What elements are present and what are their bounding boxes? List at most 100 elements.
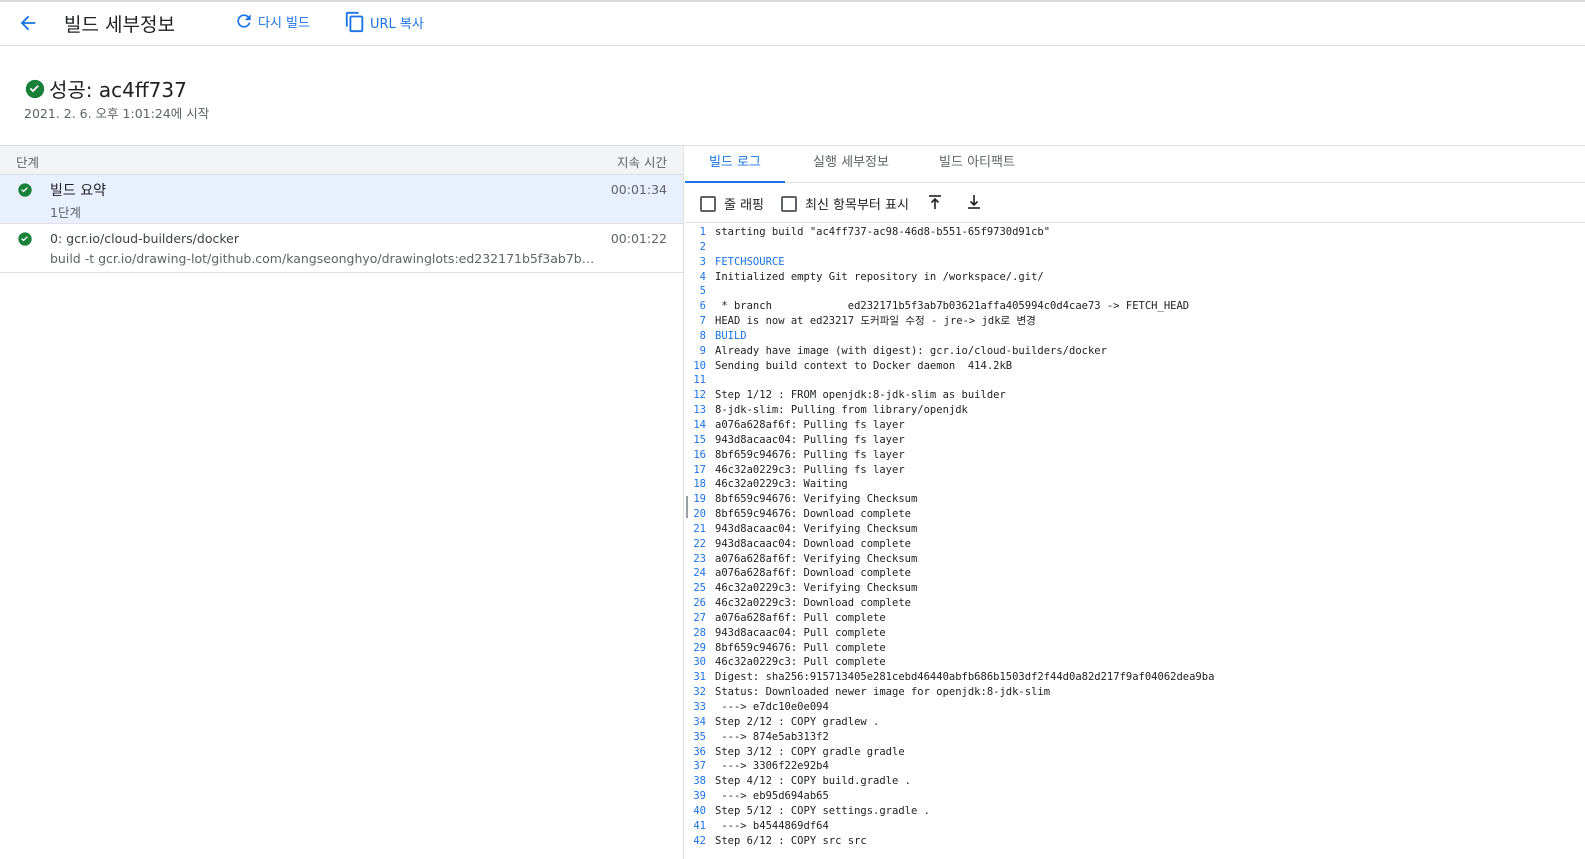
log-line-number[interactable]: 39 (685, 789, 715, 804)
log-line-number[interactable]: 37 (685, 759, 715, 774)
log-line-text: HEAD is now at ed23217 도커파일 수정 - jre-> j… (715, 315, 1036, 328)
log-line-number[interactable]: 18 (685, 477, 715, 492)
log-line: 4 Initialized empty Git repository in /wo… (685, 270, 1585, 285)
steps-panel: 단계 지속 시간 빌드 요약 1단계 00:01:34 0: gcr.io/cl… (0, 146, 684, 859)
log-line: 2 (685, 240, 1585, 255)
log-line-number[interactable]: 13 (685, 403, 715, 418)
wrap-lines-label: 줄 래핑 (724, 198, 765, 213)
log-line-text: 8bf659c94676: Pulling fs layer (715, 448, 905, 461)
log-line-text: Initialized empty Git repository in /wor… (715, 270, 1044, 283)
log-line-text: a076a628af6f: Download complete (715, 567, 911, 580)
back-button[interactable] (14, 9, 42, 37)
wrap-lines-option[interactable]: 줄 래핑 (700, 194, 764, 213)
log-line-text: a076a628af6f: Pull complete (715, 611, 886, 624)
log-line-text: 46c32a0229c3: Download complete (715, 597, 911, 610)
rebuild-button[interactable]: 다시 빌드 (234, 11, 310, 31)
log-line-number[interactable]: 35 (685, 730, 715, 745)
log-line-number[interactable]: 31 (685, 670, 715, 685)
log-line-text: Digest: sha256:915713405e281cebd46440abf… (715, 671, 1215, 684)
step-name: 빌드 요약 (50, 183, 106, 199)
newest-first-checkbox[interactable] (781, 195, 797, 212)
copy-url-button[interactable]: URL 복사 (344, 11, 424, 33)
newest-first-option[interactable]: 최신 항목부터 표시 (781, 194, 909, 213)
log-line-number[interactable]: 26 (685, 596, 715, 611)
log-line-text: ---> eb95d694ab65 (715, 790, 829, 803)
step-sub: 1단계 (50, 205, 81, 220)
log-line-number[interactable]: 41 (685, 819, 715, 834)
page-title: 빌드 세부정보 (64, 14, 175, 36)
log-line-number[interactable]: 2 (685, 240, 715, 255)
log-line-number[interactable]: 20 (685, 507, 715, 522)
log-line-number[interactable]: 16 (685, 448, 715, 463)
check-circle-icon (18, 183, 32, 197)
log-line: 7 HEAD is now at ed23217 도커파일 수정 - jre-> … (685, 314, 1585, 329)
log-line-number[interactable]: 10 (685, 359, 715, 374)
log-line-number[interactable]: 33 (685, 700, 715, 715)
log-line: 9 Already have image (with digest): gcr.i… (685, 344, 1585, 359)
log-line-number[interactable]: 1 (685, 225, 715, 240)
log-line-number[interactable]: 23 (685, 552, 715, 567)
step-0[interactable]: 0: gcr.io/cloud-builders/docker build -t… (0, 224, 683, 273)
log-line-number[interactable]: 4 (685, 270, 715, 285)
scroll-bottom-button[interactable] (964, 192, 984, 212)
log-line-number[interactable]: 8 (685, 329, 715, 344)
log-line: 38 Step 4/12 : COPY build.gradle . (685, 774, 1585, 789)
toolbar: 빌드 세부정보 다시 빌드 URL 복사 (0, 2, 1585, 46)
log-line: 40 Step 5/12 : COPY settings.gradle . (685, 804, 1585, 819)
scroll-top-button[interactable] (925, 192, 945, 212)
step-build-summary[interactable]: 빌드 요약 1단계 00:01:34 (0, 175, 683, 224)
log-line-number[interactable]: 9 (685, 344, 715, 359)
log-line-text: 46c32a0229c3: Pulling fs layer (715, 463, 905, 476)
log-line-number[interactable]: 27 (685, 611, 715, 626)
check-circle-icon (25, 79, 45, 98)
log-line-number[interactable]: 3 (685, 255, 715, 270)
log-line: 27 a076a628af6f: Pull complete (685, 611, 1585, 626)
log-line-number[interactable]: 30 (685, 655, 715, 670)
log-line-number[interactable]: 22 (685, 537, 715, 552)
log-line-number[interactable]: 29 (685, 641, 715, 656)
log-line-number[interactable]: 40 (685, 804, 715, 819)
wrap-lines-checkbox[interactable] (700, 195, 716, 212)
log-line-number[interactable]: 15 (685, 433, 715, 448)
step-duration: 00:01:34 (610, 182, 667, 197)
log-line-number[interactable]: 38 (685, 774, 715, 789)
newest-first-label: 최신 항목부터 표시 (805, 198, 909, 213)
log-line-number[interactable]: 34 (685, 715, 715, 730)
tab-bar: 빌드 로그 실행 세부정보 빌드 아티팩트 (685, 146, 1585, 183)
log-line: 11 (685, 373, 1585, 388)
log-line: 20 8bf659c94676: Download complete (685, 507, 1585, 522)
tab-build-artifacts[interactable]: 빌드 아티팩트 (929, 146, 1025, 183)
log-line-number[interactable]: 11 (685, 373, 715, 388)
log-line-text: Status: Downloaded newer image for openj… (715, 686, 1051, 699)
log-line-number[interactable]: 19 (685, 492, 715, 507)
log-line-number[interactable]: 36 (685, 745, 715, 760)
log-line: 24 a076a628af6f: Download complete (685, 566, 1585, 581)
log-line: 5 (685, 284, 1585, 299)
log-line-text: a076a628af6f: Pulling fs layer (715, 418, 905, 431)
log-line-number[interactable]: 32 (685, 685, 715, 700)
step-command: build -t gcr.io/drawing-lot/github.com/k… (50, 251, 598, 266)
build-header: 성공: ac4ff737 2021. 2. 6. 오후 1:01:24에 시작 (0, 46, 1585, 146)
log-line-number[interactable]: 14 (685, 418, 715, 433)
log-line-number[interactable]: 17 (685, 463, 715, 478)
rebuild-label: 다시 빌드 (258, 15, 310, 31)
log-line: 25 46c32a0229c3: Verifying Checksum (685, 581, 1585, 596)
log-line-number[interactable]: 5 (685, 284, 715, 299)
tab-build-log[interactable]: 빌드 로그 (685, 146, 785, 183)
log-line-text: ---> e7dc10e0e094 (715, 701, 829, 713)
log-line-number[interactable]: 6 (685, 299, 715, 314)
log-line: 13 8-jdk-slim: Pulling from library/openj… (685, 403, 1585, 418)
log-line-text: 8bf659c94676: Pull complete (715, 641, 886, 654)
status-row: 성공: ac4ff737 (24, 74, 187, 103)
log-line-number[interactable]: 12 (685, 388, 715, 403)
log-line-number[interactable]: 42 (685, 834, 715, 849)
log-line-number[interactable]: 28 (685, 626, 715, 641)
log-line: 6 * branch ed232171b5f3ab7b03621affa4059… (685, 299, 1585, 314)
log-line-number[interactable]: 7 (685, 314, 715, 329)
log-line-text: 46c32a0229c3: Verifying Checksum (715, 582, 918, 595)
log-line-number[interactable]: 25 (685, 581, 715, 596)
log-line-number[interactable]: 24 (685, 566, 715, 581)
log-line-number[interactable]: 21 (685, 522, 715, 537)
log-line-text: a076a628af6f: Verifying Checksum (715, 552, 918, 565)
tab-execution-details[interactable]: 실행 세부정보 (803, 146, 899, 183)
